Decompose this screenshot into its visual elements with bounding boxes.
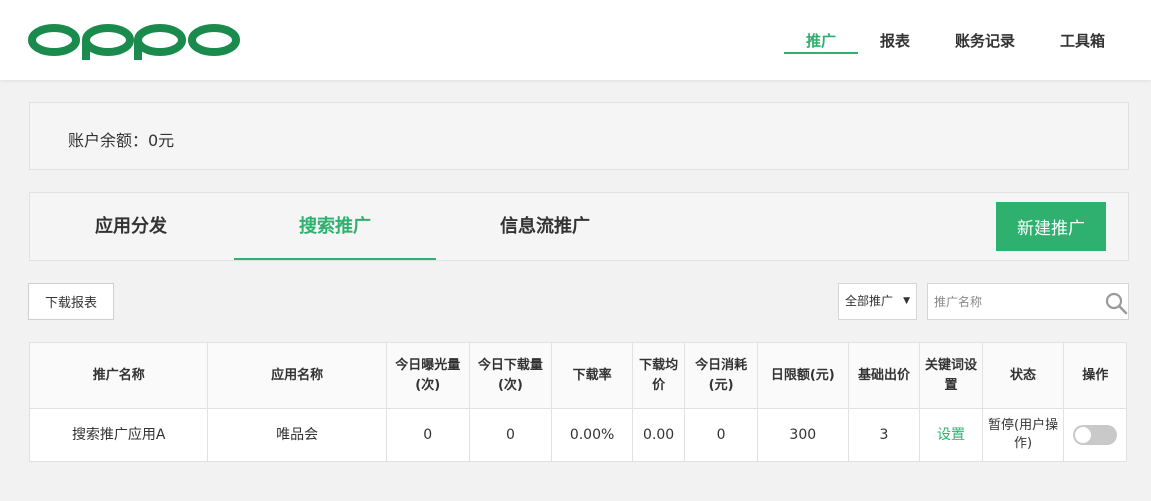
nav-active-underline [784,52,858,54]
promotion-tabs: 应用分发 搜索推广 信息流推广 新建推广 [29,192,1129,261]
cell-avg-price: 0.00 [631,408,686,462]
col-header-promotion-name: 推广名称 [28,342,209,409]
new-promotion-button[interactable]: 新建推广 [996,202,1106,251]
keyword-settings-link[interactable]: 设置 [937,427,965,443]
col-header-impressions: 今日曝光量(次) [385,342,470,409]
nav-item-billing[interactable]: 账务记录 [955,30,1015,51]
cell-promotion-name: 搜索推广应用A [28,408,209,462]
cell-base-bid: 3 [847,408,921,462]
cell-downloads: 0 [468,408,553,462]
search-input[interactable] [928,284,1098,319]
toggle-knob [1075,427,1092,443]
col-header-app-name: 应用名称 [207,342,387,409]
cell-actions [1063,408,1127,462]
table-header-row: 推广名称 应用名称 今日曝光量(次) 今日下载量(次) 下载率 下载均价 今日消… [28,342,1127,409]
account-balance: 账户余额：0元 [68,131,175,150]
nav-item-toolbox[interactable]: 工具箱 [1060,30,1105,51]
promotion-toggle-switch[interactable] [1073,425,1118,445]
search-box [927,283,1129,320]
table-row: 搜索推广应用A 唯品会 0 0 0.00% 0.00 0 300 3 设置 暂停… [28,408,1127,462]
download-report-button[interactable]: 下载报表 [28,283,114,320]
oppo-logo[interactable] [28,20,240,60]
col-header-keyword-settings: 关键词设置 [919,342,983,409]
caret-down-icon: ▼ [903,296,910,306]
col-header-spend: 今日消耗(元) [684,342,758,409]
nav-item-promotion[interactable]: 推广 [806,30,836,51]
col-header-daily-limit: 日限额(元) [756,342,849,409]
cell-spend: 0 [684,408,758,462]
top-header: 推广 报表 账务记录 工具箱 [0,0,1151,80]
cell-download-rate: 0.00% [551,408,633,462]
cell-app-name: 唯品会 [207,408,387,462]
col-header-download-rate: 下载率 [551,342,633,409]
col-header-avg-price: 下载均价 [631,342,686,409]
cell-daily-limit: 300 [756,408,849,462]
search-icon[interactable] [1104,291,1128,315]
col-header-status: 状态 [981,342,1065,409]
cell-status: 暂停(用户操作) [981,408,1065,462]
cell-impressions: 0 [385,408,470,462]
nav-item-reports[interactable]: 报表 [880,30,910,51]
balance-panel: 账户余额：0元 [29,102,1129,170]
tab-search-promotion[interactable]: 搜索推广 [234,193,436,260]
promotion-table: 推广名称 应用名称 今日曝光量(次) 今日下载量(次) 下载率 下载均价 今日消… [28,342,1127,462]
cell-keyword-settings: 设置 [919,408,983,462]
col-header-downloads: 今日下载量(次) [468,342,553,409]
col-header-actions: 操作 [1063,342,1127,409]
col-header-base-bid: 基础出价 [847,342,921,409]
tab-app-distribution[interactable]: 应用分发 [30,193,232,260]
promotion-filter-select[interactable]: 全部推广 ▼ [838,283,917,320]
tab-feed-promotion[interactable]: 信息流推广 [444,193,646,260]
filter-selected-value: 全部推广 [845,294,894,308]
